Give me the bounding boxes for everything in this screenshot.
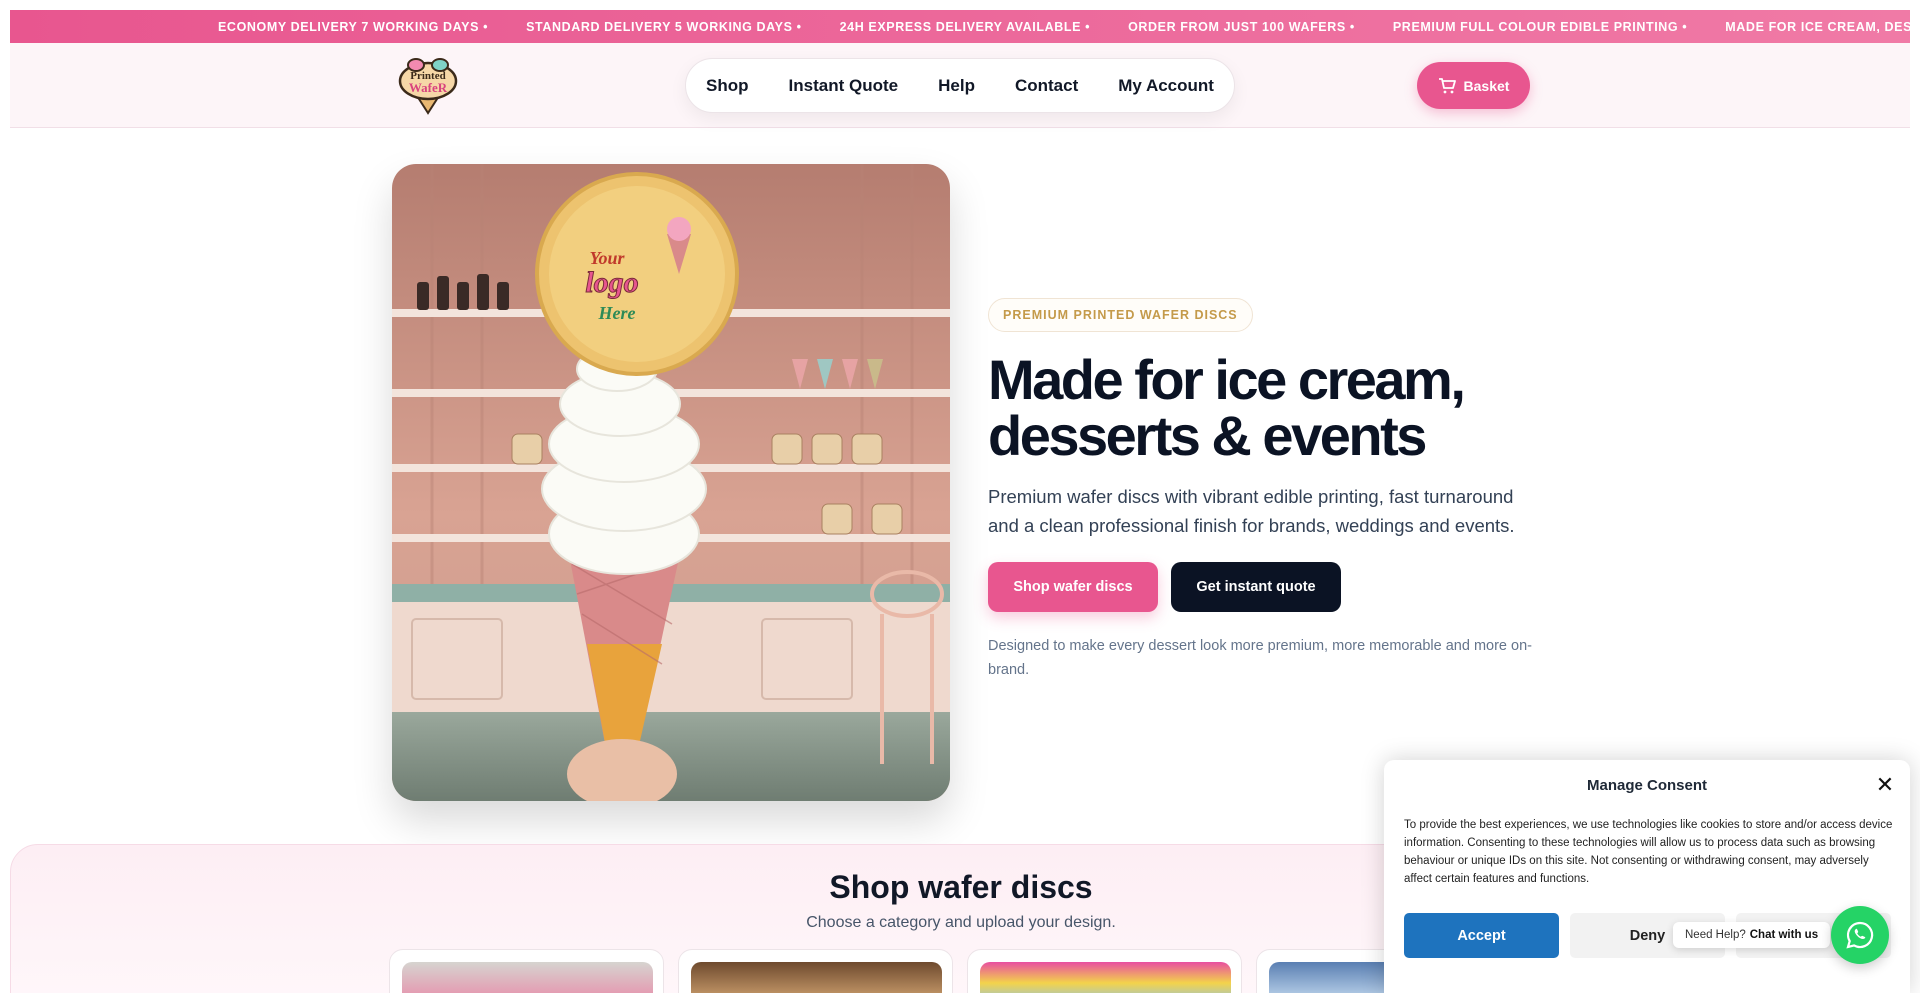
site-logo[interactable]: Printed WafeR [396,55,460,115]
get-instant-quote-button[interactable]: Get instant quote [1171,562,1341,612]
nav-instant-quote[interactable]: Instant Quote [789,76,899,96]
hero-headline: Made for ice cream, desserts & events [988,352,1548,464]
category-card-image [402,962,653,993]
cart-icon [1438,77,1456,93]
category-card-image [691,962,942,993]
category-card[interactable] [389,949,664,993]
category-card-image [980,962,1231,993]
whatsapp-chat-button[interactable] [1831,906,1889,964]
hero-subtitle: Premium wafer discs with vibrant edible … [988,486,1515,536]
category-card[interactable] [967,949,1242,993]
ticker-item: ORDER FROM JUST 100 WAFERS [1128,20,1355,34]
consent-title: Manage Consent [1586,777,1707,794]
wafer-text-logo: logo [585,266,638,299]
ticker-item: ECONOMY DELIVERY 7 WORKING DAYS [218,20,488,34]
ticker-item: STANDARD DELIVERY 5 WORKING DAYS [526,20,802,34]
chat-prompt-bubble[interactable]: Need Help? Chat with us [1673,922,1831,948]
svg-text:WafeR: WafeR [409,80,448,95]
whatsapp-icon [1846,921,1874,949]
hero-content: PREMIUM PRINTED WAFER DISCS Made for ice… [988,298,1548,682]
nav-my-account[interactable]: My Account [1118,76,1214,96]
logo-graphic: Printed WafeR [398,58,458,115]
close-icon[interactable]: ✕ [1874,772,1896,797]
shop-wafer-discs-button[interactable]: Shop wafer discs [988,562,1158,612]
nav-contact[interactable]: Contact [1015,76,1078,96]
hero-eyebrow: PREMIUM PRINTED WAFER DISCS [988,298,1253,332]
wafer-text-here: Here [598,303,636,323]
hero-cta-row: Shop wafer discs Get instant quote [988,562,1548,612]
hero-note: Designed to make every dessert look more… [988,638,1532,678]
headline-line-2: desserts & events [988,404,1427,467]
ticker-track: ECONOMY DELIVERY 7 WORKING DAYS STANDARD… [218,10,1910,43]
ticker-item: PREMIUM FULL COLOUR EDIBLE PRINTING [1393,20,1687,34]
cookie-consent-dialog: Manage Consent ✕ To provide the best exp… [1384,760,1910,993]
nav-shop[interactable]: Shop [706,76,749,96]
announcement-ticker: ECONOMY DELIVERY 7 WORKING DAYS STANDARD… [10,10,1910,43]
category-cards [389,949,1531,993]
main-nav: Shop Instant Quote Help Contact My Accou… [685,58,1235,113]
ticker-item: MADE FOR ICE CREAM, DESSERTS A [1725,19,1910,34]
accept-button[interactable]: Accept [1404,913,1559,958]
basket-label: Basket [1463,77,1510,94]
headline-line-1: Made for ice cream, [988,348,1466,411]
category-card[interactable] [678,949,953,993]
ice-cream-illustration: Your logo Here [392,164,950,801]
chat-prompt-text: Need Help? [1685,929,1746,941]
basket-button[interactable]: Basket [1417,62,1530,109]
hero-image: Your logo Here [392,164,950,801]
ticker-item: 24H EXPRESS DELIVERY AVAILABLE [840,20,1091,34]
wafer-text-your: Your [589,248,625,268]
chat-action-text: Chat with us [1749,929,1819,941]
consent-text: To provide the best experiences, we use … [1404,819,1893,885]
site-header: Printed WafeR Shop Instant Quote Help Co… [10,43,1910,128]
nav-help[interactable]: Help [938,76,975,96]
